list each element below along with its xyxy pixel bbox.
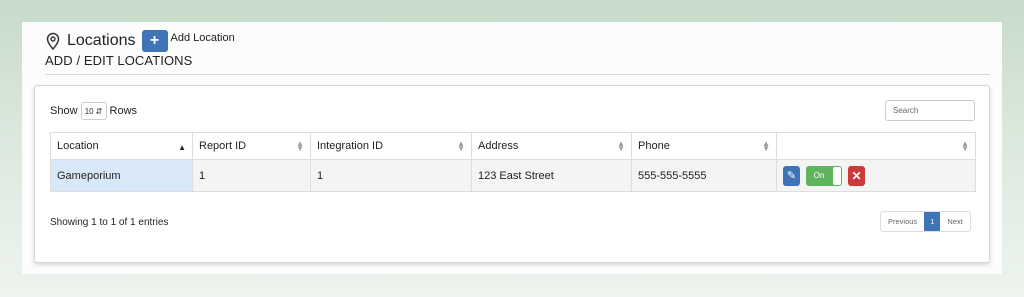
- show-label: Show: [50, 105, 78, 117]
- close-icon: ✕: [851, 168, 862, 183]
- column-header-address[interactable]: Address ▲ ▼: [471, 132, 632, 160]
- sort-icon: ▲ ▼: [762, 139, 770, 153]
- table-row: Gameporium 1 1 123 East Street 555-555-5…: [50, 159, 976, 192]
- column-header-actions[interactable]: ▲ ▼: [776, 132, 976, 160]
- rows-label: Rows: [109, 105, 138, 117]
- page-header: Locations + Add Location: [45, 30, 235, 52]
- rows-per-page-control: Show 10 ⇵ Rows: [50, 102, 137, 120]
- column-header-phone[interactable]: Phone ▲ ▼: [631, 132, 777, 160]
- cell-address: 123 East Street: [471, 159, 632, 192]
- sort-icon: ▲ ▼: [617, 139, 625, 153]
- column-header-location[interactable]: Location ▲: [50, 132, 193, 160]
- locations-page: Locations + Add Location ADD / EDIT LOCA…: [22, 22, 1002, 274]
- divider: [45, 74, 990, 75]
- sort-icon: ▲ ▼: [961, 139, 969, 153]
- page-title: Locations: [67, 32, 136, 49]
- table-header-row: Location ▲ Report ID ▲ ▼ Integration ID ▲ ▼ A…: [50, 132, 976, 160]
- sort-icon: ▲ ▼: [457, 139, 465, 153]
- active-toggle[interactable]: On: [806, 165, 842, 186]
- page-button-1[interactable]: 1: [924, 212, 941, 231]
- add-location-label[interactable]: Add Location: [171, 32, 235, 44]
- cell-actions: ✎ On ✕: [776, 159, 976, 192]
- page-subtitle: ADD / EDIT LOCATIONS: [45, 53, 193, 68]
- cell-phone: 555-555-5555: [631, 159, 777, 192]
- cell-report-id: 1: [192, 159, 311, 192]
- add-location-button[interactable]: +: [141, 30, 168, 52]
- map-pin-icon: [45, 32, 61, 51]
- row-actions: ✎ On ✕: [783, 165, 969, 186]
- rows-select-value: 10: [84, 106, 94, 116]
- select-arrows-icon: ⇵: [95, 106, 103, 116]
- cell-integration-id: 1: [310, 159, 472, 192]
- column-header-integration-id[interactable]: Integration ID ▲ ▼: [310, 132, 472, 160]
- pencil-icon: ✎: [786, 169, 797, 182]
- column-header-report-id[interactable]: Report ID ▲ ▼: [192, 132, 311, 160]
- locations-table: Location ▲ Report ID ▲ ▼ Integration ID ▲ ▼ A…: [50, 132, 976, 192]
- table-info: Showing 1 to 1 of 1 entries: [50, 217, 169, 228]
- delete-button[interactable]: ✕: [848, 165, 865, 186]
- toggle-knob: [833, 166, 841, 185]
- cell-location: Gameporium: [50, 159, 193, 192]
- search-input[interactable]: Search: [885, 100, 975, 121]
- locations-panel: Show 10 ⇵ Rows Search Location ▲ Report I…: [34, 85, 990, 263]
- sort-asc-icon: ▲: [178, 143, 186, 152]
- previous-page-button[interactable]: Previous: [881, 212, 924, 231]
- toggle-label: On: [813, 171, 825, 180]
- next-page-button[interactable]: Next: [940, 212, 969, 231]
- edit-button[interactable]: ✎: [783, 165, 800, 186]
- pagination: Previous 1 Next: [880, 211, 971, 232]
- rows-select[interactable]: 10 ⇵: [80, 102, 107, 120]
- sort-icon: ▲ ▼: [296, 139, 304, 153]
